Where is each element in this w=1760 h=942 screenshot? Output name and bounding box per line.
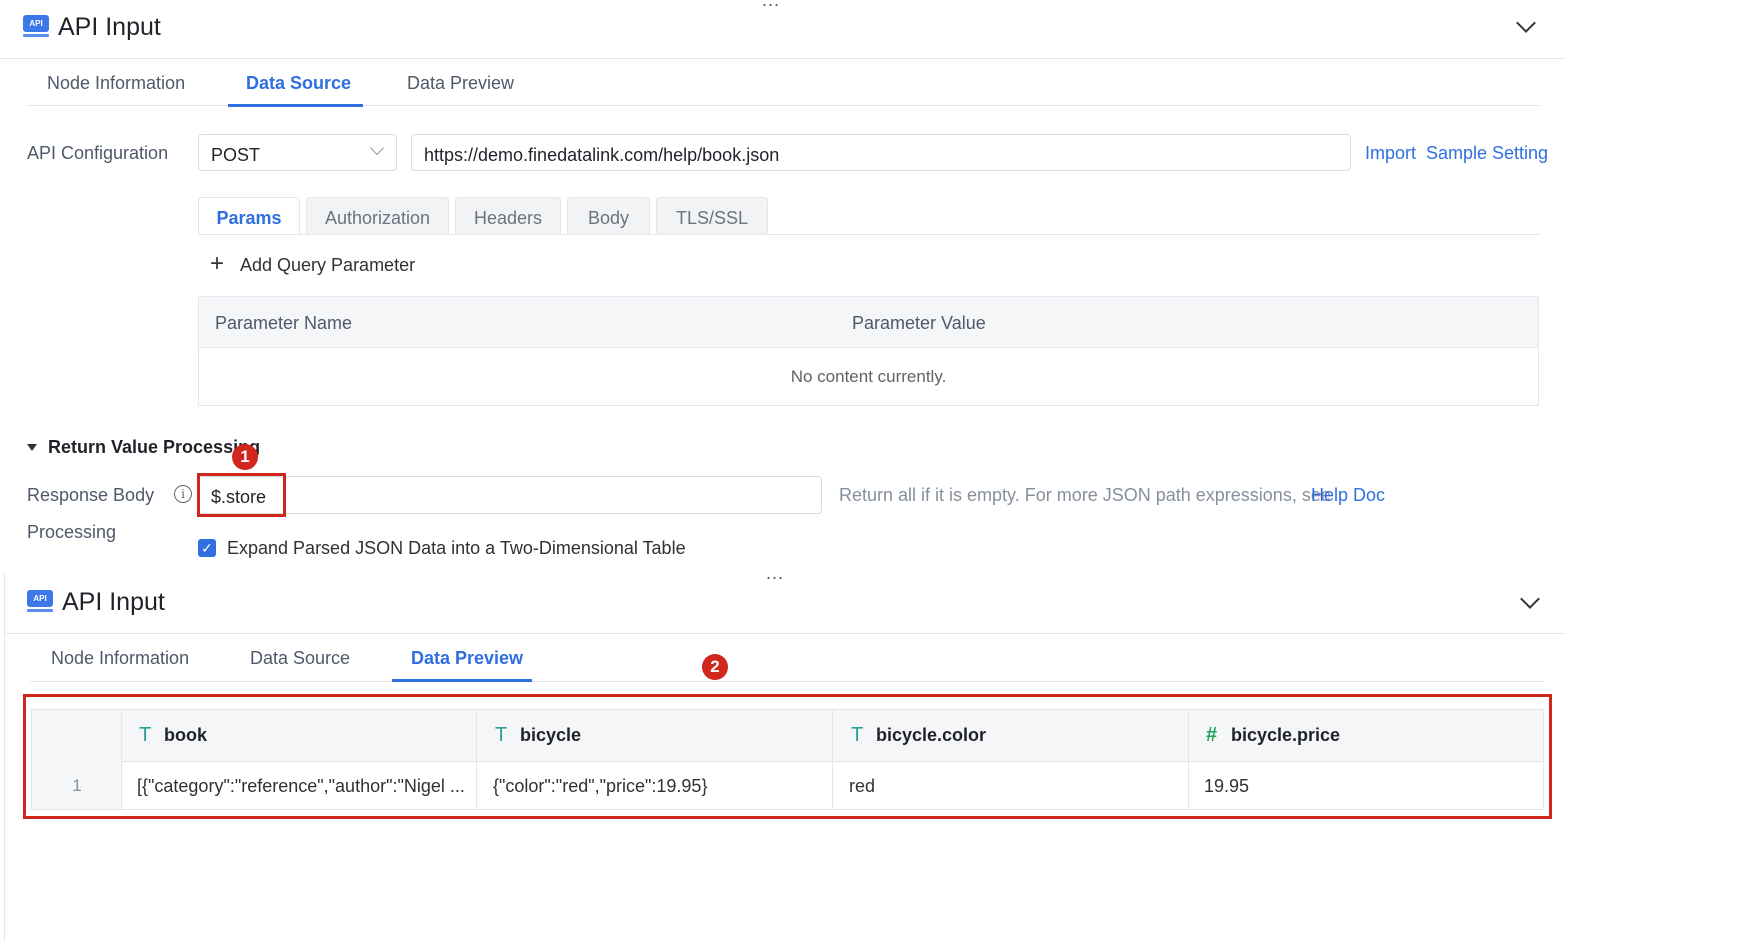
expand-json-checkbox[interactable]: ✓ [198, 539, 216, 557]
param-name-header: Parameter Name [215, 313, 353, 333]
method-select[interactable]: POST [198, 134, 397, 171]
resize-handle-dots[interactable]: ... [762, 0, 780, 11]
tab-data-source[interactable]: Data Source [250, 648, 350, 669]
header-divider [0, 58, 1566, 59]
add-query-parameter-button[interactable]: Add Query Parameter [240, 255, 415, 276]
collapse-chevron-icon[interactable] [1516, 13, 1536, 33]
annotation-marker-1: 1 [232, 444, 258, 470]
sample-setting-link[interactable]: Sample Setting [1426, 143, 1548, 164]
subtab-authorization[interactable]: Authorization [306, 197, 449, 235]
info-icon[interactable]: i [174, 485, 192, 503]
tab-data-preview[interactable]: Data Preview [407, 73, 514, 94]
annotation-box-2 [23, 694, 1552, 819]
annotation-box-1 [197, 473, 286, 517]
annotation-marker-2: 2 [702, 654, 728, 680]
api-configuration-label: API Configuration [27, 143, 169, 163]
api-input-icon: API [27, 590, 53, 616]
params-table: Parameter Name Parameter Value No conten… [198, 296, 1539, 406]
subtab-body[interactable]: Body [567, 197, 650, 235]
tab-data-source[interactable]: Data Source [246, 73, 351, 94]
header-divider [4, 633, 1566, 634]
tabs-divider [30, 681, 1544, 682]
json-path-hint: Return all if it is empty. For more JSON… [839, 485, 1331, 505]
url-input-value: https://demo.finedatalink.com/help/book.… [424, 145, 780, 165]
processing-label: Processing [27, 522, 117, 542]
url-input[interactable]: https://demo.finedatalink.com/help/book.… [411, 134, 1351, 171]
api-input-icon: API [23, 15, 49, 41]
method-select-value: POST [211, 145, 261, 165]
subtabs-divider [198, 234, 1540, 235]
param-value-header: Parameter Value [852, 313, 986, 333]
active-tab-indicator [228, 104, 363, 107]
json-path-input[interactable]: $.store [198, 476, 822, 514]
return-value-section-toggle[interactable]: Return Value Processing [48, 437, 260, 458]
subtab-params[interactable]: Params [198, 197, 300, 235]
tab-data-preview[interactable]: Data Preview [411, 648, 523, 669]
chevron-down-icon [369, 140, 385, 156]
active-tab-indicator [392, 679, 532, 682]
panel-title: API Input [62, 588, 165, 616]
response-body-label: Response Body [27, 485, 155, 505]
tab-node-information[interactable]: Node Information [47, 73, 185, 94]
expand-json-label: Expand Parsed JSON Data into a Two-Dimen… [227, 538, 686, 558]
panel-title: API Input [58, 13, 161, 41]
subtab-headers[interactable]: Headers [455, 197, 561, 235]
caret-down-icon[interactable] [27, 444, 37, 451]
plus-icon[interactable]: + [210, 252, 224, 276]
import-link[interactable]: Import [1365, 143, 1416, 164]
tab-node-information[interactable]: Node Information [51, 648, 189, 669]
help-doc-link[interactable]: Help Doc [1311, 485, 1385, 506]
subtab-tls-ssl[interactable]: TLS/SSL [656, 197, 768, 235]
empty-table-message: No content currently. [790, 367, 947, 386]
